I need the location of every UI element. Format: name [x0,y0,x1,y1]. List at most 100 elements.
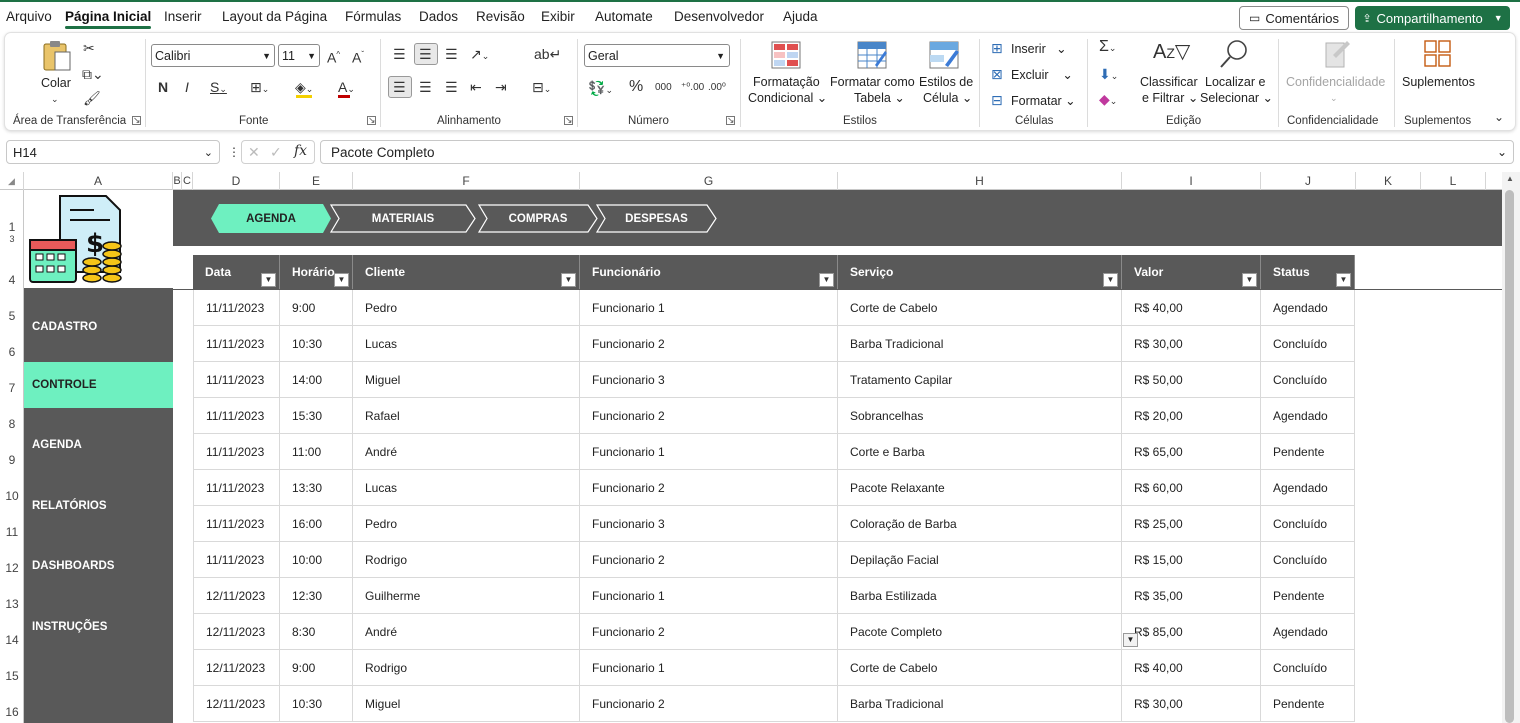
insert-function-icon[interactable]: fx [294,143,307,159]
cell-funcionario[interactable]: Funcionario 2 [580,614,838,650]
cell-dropdown-icon[interactable]: ▼ [1123,633,1138,647]
menu-pagina-inicial[interactable]: Página Inicial [65,9,152,29]
sort-filter-icon[interactable]: AZ▽ [1153,41,1190,64]
cell-cliente[interactable]: Pedro [353,506,580,542]
dialog-launcher-icon[interactable]: ↘ [726,116,735,125]
row-header[interactable]: 5 [0,309,24,323]
column-header-k[interactable]: K [1356,172,1421,190]
row-header[interactable]: 11 [0,525,24,539]
column-header-d[interactable]: D [193,172,280,190]
cell-status[interactable]: Agendado [1261,290,1355,326]
format-table-icon[interactable] [857,41,887,69]
cell-status[interactable]: Pendente [1261,434,1355,470]
scroll-up-icon[interactable]: ▲ [1506,174,1514,183]
cell-data[interactable]: 12/11/2023 [193,578,280,614]
expand-formula-icon[interactable]: ⌄ [1497,145,1507,159]
cell-horario[interactable]: 10:30 [280,326,353,362]
cell-valor[interactable]: R$ 20,00 [1122,398,1261,434]
tab-compras[interactable]: COMPRAS [478,204,598,233]
nav-agenda[interactable]: AGENDA [24,422,173,468]
column-header-g[interactable]: G [580,172,838,190]
cell-funcionario[interactable]: Funcionario 2 [580,542,838,578]
share-button[interactable]: ⇪ Compartilhamento ▼ [1355,6,1510,30]
menu-revisao[interactable]: Revisão [476,9,525,24]
cell-funcionario[interactable]: Funcionario 2 [580,398,838,434]
column-header-j[interactable]: J [1261,172,1356,190]
cell-valor[interactable]: R$ 30,00 [1122,686,1261,722]
cell-servico[interactable]: Coloração de Barba [838,506,1122,542]
cell-data[interactable]: 11/11/2023 [193,398,280,434]
row-header[interactable]: 15 [0,669,24,683]
cell-horario[interactable]: 9:00 [280,650,353,686]
cell-servico[interactable]: Depilação Facial [838,542,1122,578]
number-format-select[interactable]: Geral ▼ [584,44,730,67]
borders-icon[interactable]: ⊞⌄ [250,79,269,97]
collapse-ribbon-icon[interactable]: ⌄ [1494,109,1504,125]
cell-status[interactable]: Concluído [1261,650,1355,686]
cell-funcionario[interactable]: Funcionario 2 [580,686,838,722]
row-header[interactable]: 8 [0,417,24,431]
cell-horario[interactable]: 12:30 [280,578,353,614]
cell-horario[interactable]: 8:30 [280,614,353,650]
column-header-b[interactable]: B [173,172,182,190]
column-header-f[interactable]: F [353,172,580,190]
column-header-h[interactable]: H [838,172,1122,190]
filter-dropdown-icon[interactable]: ▼ [1103,273,1118,287]
find-select-label2[interactable]: Selecionar ⌄ [1200,90,1273,106]
conditional-format-label2[interactable]: Condicional ⌄ [748,90,827,106]
filter-dropdown-icon[interactable]: ▼ [819,273,834,287]
paste-button[interactable] [41,39,73,76]
cell-funcionario[interactable]: Funcionario 2 [580,470,838,506]
underline-icon[interactable]: S⌄ [210,79,227,97]
cell-data[interactable]: 12/11/2023 [193,650,280,686]
menu-desenvolvedor[interactable]: Desenvolvedor [674,9,764,24]
cell-status[interactable]: Agendado [1261,470,1355,506]
cell-cliente[interactable]: André [353,614,580,650]
cell-cliente[interactable]: Guilherme [353,578,580,614]
cell-horario[interactable]: 10:00 [280,542,353,578]
cell-data[interactable]: 11/11/2023 [193,362,280,398]
cell-servico[interactable]: Corte de Cabelo [838,650,1122,686]
copy-icon[interactable]: ⧉⌄ [82,66,104,82]
cell-cliente[interactable]: Miguel [353,362,580,398]
cell-funcionario[interactable]: Funcionario 1 [580,434,838,470]
format-cells-button[interactable]: Formatar ⌄ [1011,93,1076,109]
cell-status[interactable]: Pendente [1261,578,1355,614]
cell-valor[interactable]: R$ 35,00 [1122,578,1261,614]
insert-cells-icon[interactable]: ⊞ [991,40,1003,56]
cell-servico[interactable]: Corte e Barba [838,434,1122,470]
addins-icon[interactable] [1423,39,1453,69]
align-center-icon[interactable]: ☰ [419,79,432,95]
cell-servico[interactable]: Barba Tradicional [838,326,1122,362]
filter-dropdown-icon[interactable]: ▼ [334,273,349,287]
cell-status[interactable]: Agendado [1261,614,1355,650]
filter-dropdown-icon[interactable]: ▼ [561,273,576,287]
cell-funcionario[interactable]: Funcionario 3 [580,506,838,542]
column-header-c[interactable]: C [182,172,193,190]
cell-cliente[interactable]: Rodrigo [353,650,580,686]
nav-relatorios[interactable]: RELATÓRIOS [24,483,173,529]
cell-servico[interactable]: Tratamento Capilar [838,362,1122,398]
filter-dropdown-icon[interactable]: ▼ [1242,273,1257,287]
row-header[interactable]: 12 [0,561,24,575]
formula-input[interactable]: Pacote Completo ⌄ [320,140,1514,164]
cell-cliente[interactable]: Lucas [353,326,580,362]
confirm-icon[interactable]: ✓ [270,144,282,160]
cell-horario[interactable]: 10:30 [280,686,353,722]
cell-cliente[interactable]: Rafael [353,398,580,434]
dialog-launcher-icon[interactable]: ↘ [132,116,141,125]
nav-controle[interactable]: CONTROLE [24,362,173,408]
cell-status[interactable]: Concluído [1261,506,1355,542]
cell-cliente[interactable]: Rodrigo [353,542,580,578]
align-bottom-icon[interactable]: ☰ [445,46,458,62]
row-header[interactable]: 6 [0,345,24,359]
cancel-icon[interactable]: ✕ [248,144,260,160]
cell-funcionario[interactable]: Funcionario 3 [580,362,838,398]
menu-ajuda[interactable]: Ajuda [783,9,818,24]
cut-icon[interactable]: ✂ [83,40,95,56]
cell-servico[interactable]: Barba Estilizada [838,578,1122,614]
addins-button[interactable]: Suplementos [1402,74,1475,90]
wrap-text-icon[interactable]: ab↵ [534,46,561,62]
cell-valor[interactable]: R$ 25,00 [1122,506,1261,542]
autosum-icon[interactable]: Σ⌄ [1099,39,1116,56]
